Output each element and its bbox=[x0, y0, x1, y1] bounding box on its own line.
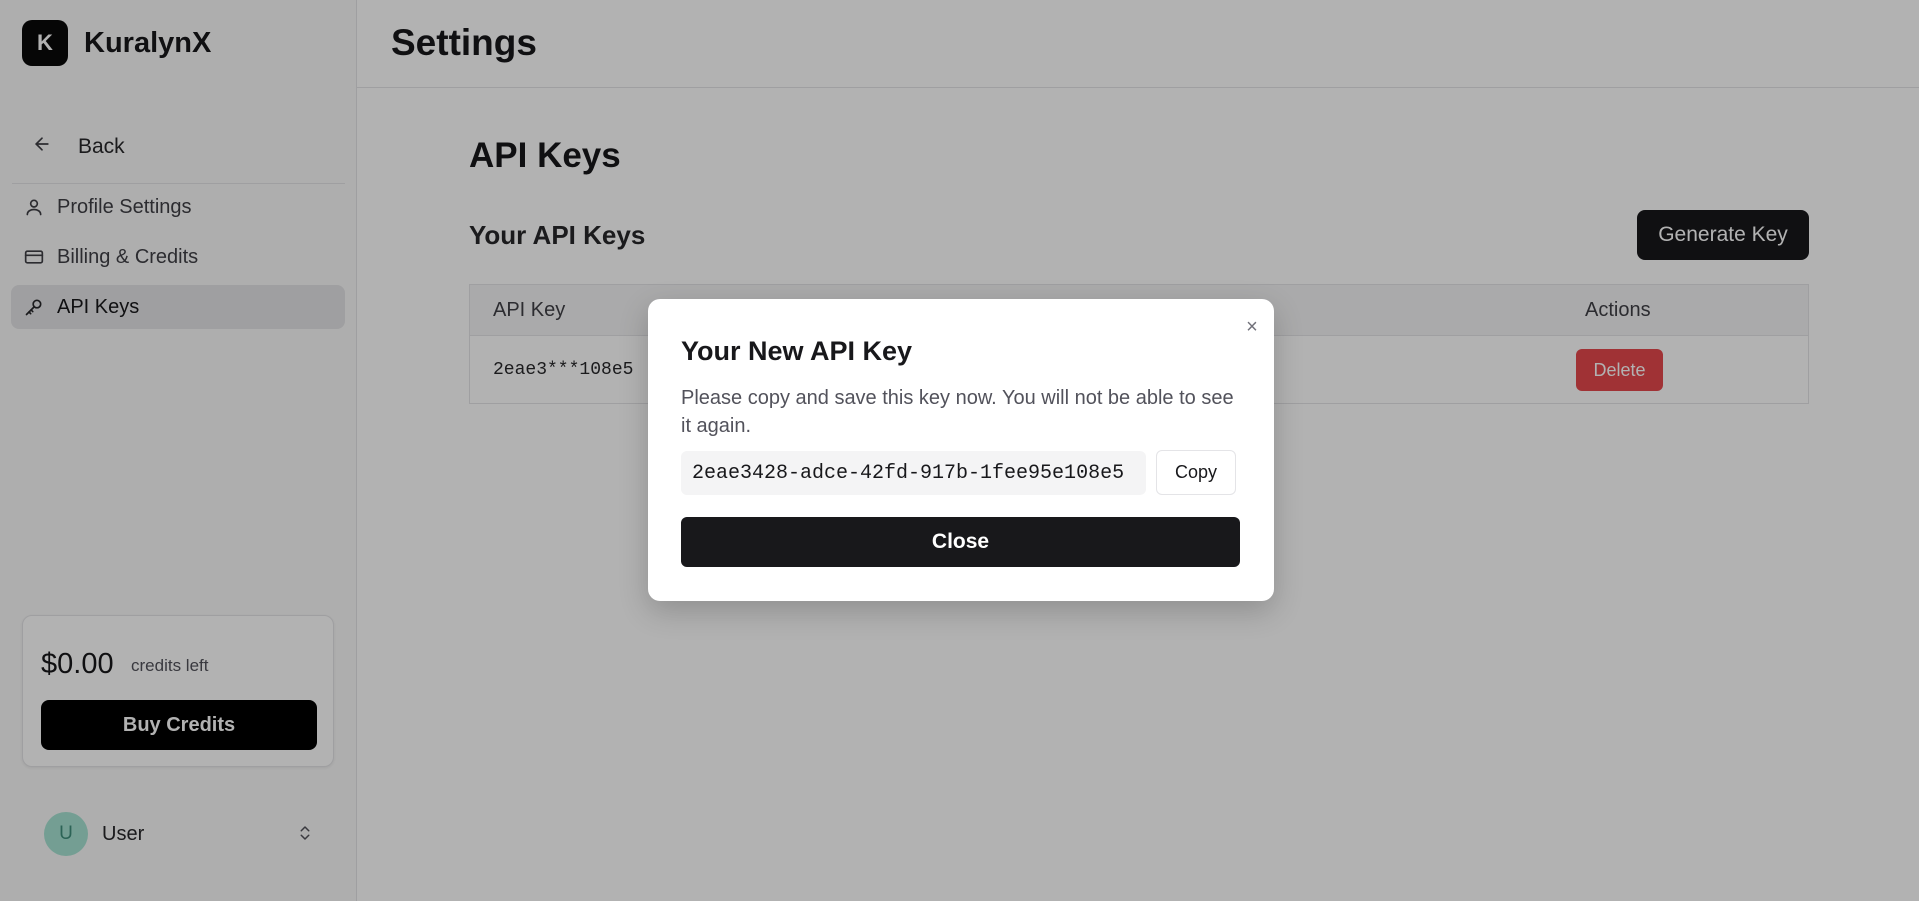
close-icon[interactable]: × bbox=[1242, 317, 1262, 337]
copy-button[interactable]: Copy bbox=[1156, 450, 1236, 495]
api-key-value[interactable]: 2eae3428-adce-42fd-917b-1fee95e108e5 bbox=[681, 451, 1146, 495]
new-api-key-dialog: × Your New API Key Please copy and save … bbox=[648, 299, 1274, 601]
dialog-description: Please copy and save this key now. You w… bbox=[681, 387, 1234, 437]
dialog-title: Your New API Key bbox=[681, 336, 913, 366]
close-button[interactable]: Close bbox=[681, 517, 1240, 567]
